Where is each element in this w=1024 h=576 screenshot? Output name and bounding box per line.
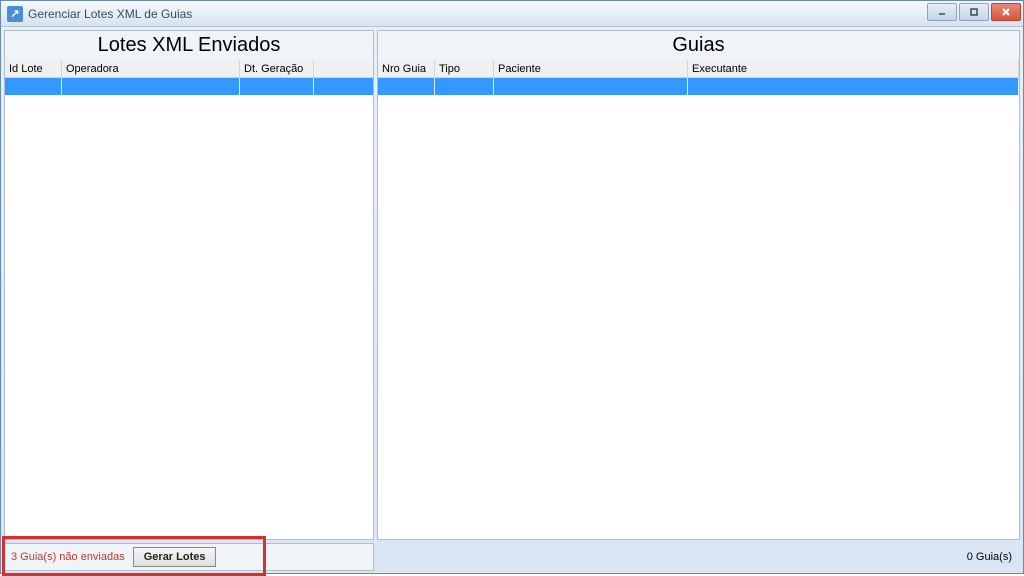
window-title: Gerenciar Lotes XML de Guias [28, 7, 192, 21]
maximize-icon [969, 7, 979, 17]
status-left: 3 Guia(s) não enviadas Gerar Lotes [4, 543, 374, 571]
lotes-panel-title: Lotes XML Enviados [5, 31, 373, 60]
maximize-button[interactable] [959, 3, 989, 21]
lotes-cell-id [5, 78, 62, 95]
status-left-wrapper: 3 Guia(s) não enviadas Gerar Lotes [4, 543, 374, 571]
lotes-panel: Lotes XML Enviados Id Lote Operadora Dt.… [4, 30, 374, 540]
content-area: Lotes XML Enviados Id Lote Operadora Dt.… [1, 27, 1023, 543]
status-right: 0 Guia(s) [377, 543, 1020, 571]
minimize-button[interactable] [927, 3, 957, 21]
guias-cell-executante [688, 78, 1019, 95]
guias-row[interactable] [378, 78, 1019, 95]
guias-panel: Guias Nro Guia Tipo Paciente Executante [377, 30, 1020, 540]
gerar-lotes-button[interactable]: Gerar Lotes [133, 547, 217, 567]
lotes-col-dtgeracao[interactable]: Dt. Geração [240, 60, 314, 77]
minimize-icon [937, 7, 947, 17]
app-icon: ↗ [7, 6, 23, 22]
close-icon [1001, 7, 1011, 17]
titlebar[interactable]: ↗ Gerenciar Lotes XML de Guias [1, 1, 1023, 27]
lotes-col-id[interactable]: Id Lote [5, 60, 62, 77]
status-area: 3 Guia(s) não enviadas Gerar Lotes 0 Gui… [1, 543, 1023, 574]
window-controls [927, 3, 1021, 21]
unsent-count-text: 3 Guia(s) não enviadas [11, 551, 125, 563]
lotes-cell-operadora [62, 78, 240, 95]
guias-col-executante[interactable]: Executante [688, 60, 1019, 77]
lotes-grid-header: Id Lote Operadora Dt. Geração [5, 60, 373, 78]
guias-grid-header: Nro Guia Tipo Paciente Executante [378, 60, 1019, 78]
guias-col-paciente[interactable]: Paciente [494, 60, 688, 77]
close-button[interactable] [991, 3, 1021, 21]
guias-cell-paciente [494, 78, 688, 95]
guias-cell-tipo [435, 78, 494, 95]
lotes-grid-body[interactable] [5, 78, 373, 539]
lotes-col-operadora[interactable]: Operadora [62, 60, 240, 77]
guias-col-nro[interactable]: Nro Guia [378, 60, 435, 77]
guias-cell-nro [378, 78, 435, 95]
guias-panel-title: Guias [378, 31, 1019, 60]
guias-count-text: 0 Guia(s) [967, 551, 1012, 563]
guias-grid-body[interactable] [378, 78, 1019, 539]
lotes-row[interactable] [5, 78, 373, 95]
guias-col-tipo[interactable]: Tipo [435, 60, 494, 77]
app-window: ↗ Gerenciar Lotes XML de Guias Lotes XML… [0, 0, 1024, 574]
lotes-cell-dtgeracao [240, 78, 314, 95]
